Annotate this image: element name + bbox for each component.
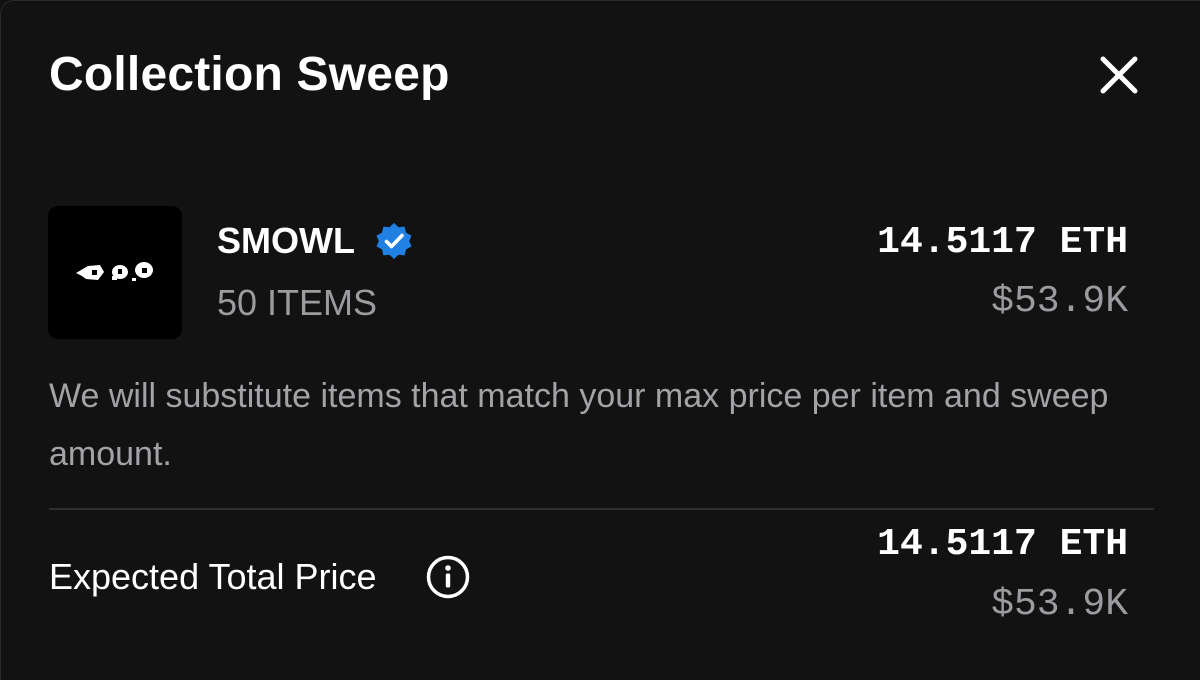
collection-sweep-modal: Collection Sweep SMOWL 50 ITEMS 14.5117 … — [0, 0, 1200, 680]
substitution-note: We will substitute items that match your… — [49, 377, 1109, 473]
close-button[interactable] — [1093, 49, 1145, 101]
info-icon[interactable] — [425, 554, 471, 600]
close-icon — [1100, 56, 1138, 94]
collection-thumbnail — [48, 206, 182, 339]
total-price-usd: $53.9K — [991, 583, 1128, 626]
total-price-label: Expected Total Price — [49, 556, 377, 597]
collection-name[interactable]: SMOWL — [217, 219, 355, 263]
modal-title: Collection Sweep — [49, 48, 450, 101]
collection-price-usd: $53.9K — [991, 280, 1128, 323]
divider — [49, 508, 1154, 510]
verified-badge-icon — [374, 221, 414, 261]
item-count: 50 ITEMS — [217, 282, 378, 323]
total-price-eth: 14.5117 ETH — [877, 523, 1128, 566]
collection-price-eth: 14.5117 ETH — [877, 221, 1128, 264]
